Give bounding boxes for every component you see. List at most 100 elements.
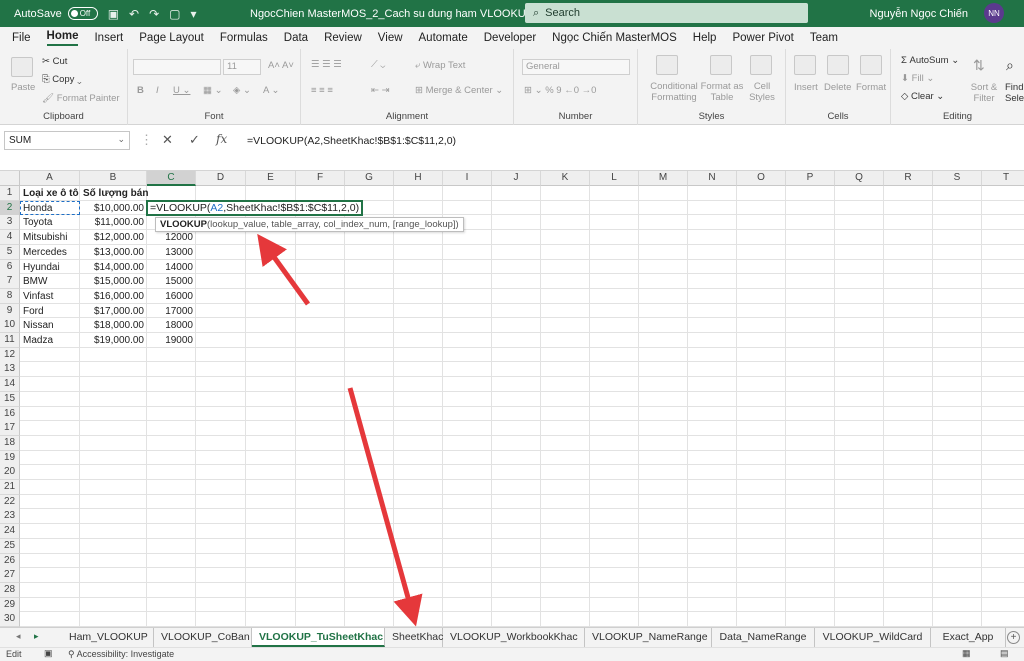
cell-lookup-result[interactable]: 19000	[147, 333, 196, 348]
avatar[interactable]: NN	[984, 3, 1004, 23]
tab-help[interactable]: Help	[693, 32, 717, 44]
accessibility-status[interactable]: ⚲ Accessibility: Investigate	[68, 649, 174, 660]
cell-sales[interactable]: $18,000.00	[80, 318, 147, 333]
cell-car-name[interactable]: Madza	[20, 333, 80, 348]
row-header[interactable]: 9	[0, 303, 20, 319]
conditional-formatting-icon[interactable]	[656, 55, 678, 75]
tab-automate[interactable]: Automate	[419, 32, 468, 44]
cell-lookup-result[interactable]: 16000	[147, 289, 196, 304]
row-header[interactable]: 4	[0, 230, 20, 246]
column-header-c[interactable]: C	[147, 171, 196, 186]
find-select-button[interactable]: Find & Select	[1005, 82, 1024, 104]
find-icon[interactable]: ⌕	[1006, 57, 1014, 74]
merge-center-button[interactable]: ⊞ Merge & Center ⌄	[415, 85, 503, 96]
tooltip-function-name[interactable]: VLOOKUP	[160, 219, 207, 230]
customize-qat-icon[interactable]: ▾	[191, 7, 197, 21]
quick-access-icon[interactable]: ▢	[169, 7, 180, 21]
format-as-table-icon[interactable]	[710, 55, 732, 75]
column-header-p[interactable]: P	[786, 171, 835, 186]
paste-button[interactable]: Paste	[11, 82, 35, 93]
column-header-s[interactable]: S	[933, 171, 982, 186]
delete-cells-button[interactable]: Delete	[824, 82, 851, 93]
undo-icon[interactable]: ↶	[129, 7, 139, 21]
row-header[interactable]: 12	[0, 347, 20, 363]
autosum-button[interactable]: Σ AutoSum ⌄	[901, 55, 959, 66]
row-header[interactable]: 27	[0, 568, 20, 584]
row-header[interactable]: 19	[0, 450, 20, 466]
paste-icon[interactable]	[11, 57, 33, 77]
formula-input[interactable]: =VLOOKUP(A2,SheetKhac!$B$1:$C$11,2,0)	[247, 135, 456, 147]
autosave-toggle[interactable]: Off	[67, 7, 98, 20]
name-box[interactable]: SUM ⌄	[4, 131, 130, 150]
cell-car-name[interactable]: Hyundai	[20, 260, 80, 275]
row-header[interactable]: 1	[0, 186, 20, 201]
cell-sales[interactable]: $16,000.00	[80, 289, 147, 304]
row-header[interactable]: 11	[0, 333, 20, 348]
format-cells-button[interactable]: Format	[856, 82, 886, 93]
cell-lookup-result[interactable]: 18000	[147, 318, 196, 333]
row-header[interactable]: 17	[0, 421, 20, 437]
row-header[interactable]: 20	[0, 465, 20, 481]
number-format-select[interactable]: General	[522, 59, 630, 75]
cell-lookup-result[interactable]: 15000	[147, 274, 196, 289]
column-header-o[interactable]: O	[737, 171, 786, 186]
normal-view-icon[interactable]: ▦	[962, 648, 971, 659]
fill-button[interactable]: ⬇ Fill ⌄	[901, 73, 934, 84]
cell-sales[interactable]: $15,000.00	[80, 274, 147, 289]
row-header[interactable]: 14	[0, 377, 20, 393]
sheet-tab[interactable]: Data_NameRange	[712, 628, 815, 647]
sheet-tab[interactable]: VLOOKUP_CoBan	[154, 628, 252, 647]
add-sheet-button[interactable]: +	[1007, 631, 1020, 644]
insert-function-icon[interactable]: fx	[216, 132, 227, 146]
column-header-b[interactable]: B	[80, 171, 147, 186]
cell-sales[interactable]: $12,000.00	[80, 230, 147, 245]
cell-styles-icon[interactable]	[750, 55, 772, 75]
column-header-i[interactable]: I	[443, 171, 492, 186]
row-header[interactable]: 2	[0, 200, 20, 216]
font-grow-icon[interactable]: A˄ A˅	[268, 60, 294, 71]
cell-car-name[interactable]: BMW	[20, 274, 80, 289]
cell-car-name[interactable]: Toyota	[20, 215, 80, 230]
row-header[interactable]: 7	[0, 274, 20, 290]
cell-sales[interactable]: $13,000.00	[80, 245, 147, 260]
row-header[interactable]: 29	[0, 597, 20, 613]
italic-button[interactable]: I	[156, 85, 159, 96]
copy-button[interactable]: ⎘ Copy ⌄	[42, 74, 82, 85]
row-header[interactable]: 26	[0, 553, 20, 569]
column-header-l[interactable]: L	[590, 171, 639, 186]
sheet-tab[interactable]: VLOOKUP_WildCard	[815, 628, 931, 647]
column-header-f[interactable]: F	[296, 171, 345, 186]
column-header-r[interactable]: R	[884, 171, 933, 186]
column-header-j[interactable]: J	[492, 171, 541, 186]
row-header[interactable]: 23	[0, 509, 20, 525]
cell-car-name[interactable]: Nissan	[20, 318, 80, 333]
chevron-down-icon[interactable]: ⌄	[117, 134, 125, 145]
number-format-icons[interactable]: ⊞ ⌄ % 9 ←0 →0	[524, 85, 596, 96]
next-sheet-icon[interactable]: ▸	[34, 631, 39, 642]
cell-lookup-result[interactable]: 17000	[147, 304, 196, 319]
vertical-align-icons[interactable]: ☰ ☰ ☰	[311, 59, 342, 70]
active-cell-editor[interactable]: =VLOOKUP(A2,SheetKhac!$B$1:$C$11,2,0)	[146, 199, 364, 217]
wrap-text-button[interactable]: ⤶ Wrap Text	[415, 60, 465, 71]
format-painter-button[interactable]: 🖌 Format Painter	[42, 93, 120, 104]
row-header[interactable]: 25	[0, 538, 20, 554]
worksheet-grid[interactable]: A B C D E F G H I J K L M N O P Q R S T 1 2 3 4 5 6 7 8 9 10 11 12 13 14 1…	[0, 171, 1024, 627]
cancel-icon[interactable]: ✕	[162, 132, 173, 148]
sort-filter-icon[interactable]: ⇅	[973, 57, 985, 74]
orientation-icon[interactable]: ⟋ ⌄	[371, 59, 385, 70]
row-header[interactable]: 10	[0, 318, 20, 334]
cut-button[interactable]: ✂ Cut	[42, 56, 67, 67]
column-header-n[interactable]: N	[688, 171, 737, 186]
row-header[interactable]: 28	[0, 582, 20, 598]
cell-sales[interactable]: $11,000.00	[80, 215, 147, 230]
format-cells-icon[interactable]	[860, 55, 882, 75]
tab-page-layout[interactable]: Page Layout	[139, 32, 204, 44]
insert-cells-button[interactable]: Insert	[794, 82, 818, 93]
tab-power-pivot[interactable]: Power Pivot	[732, 32, 793, 44]
row-header[interactable]: 30	[0, 612, 20, 627]
sheet-tab[interactable]: VLOOKUP_TuSheetKhac	[252, 628, 385, 647]
tab-file[interactable]: File	[12, 32, 31, 44]
cell-car-name[interactable]: Ford	[20, 304, 80, 319]
row-header[interactable]: 3	[0, 215, 20, 231]
tab-home[interactable]: Home	[46, 30, 79, 46]
